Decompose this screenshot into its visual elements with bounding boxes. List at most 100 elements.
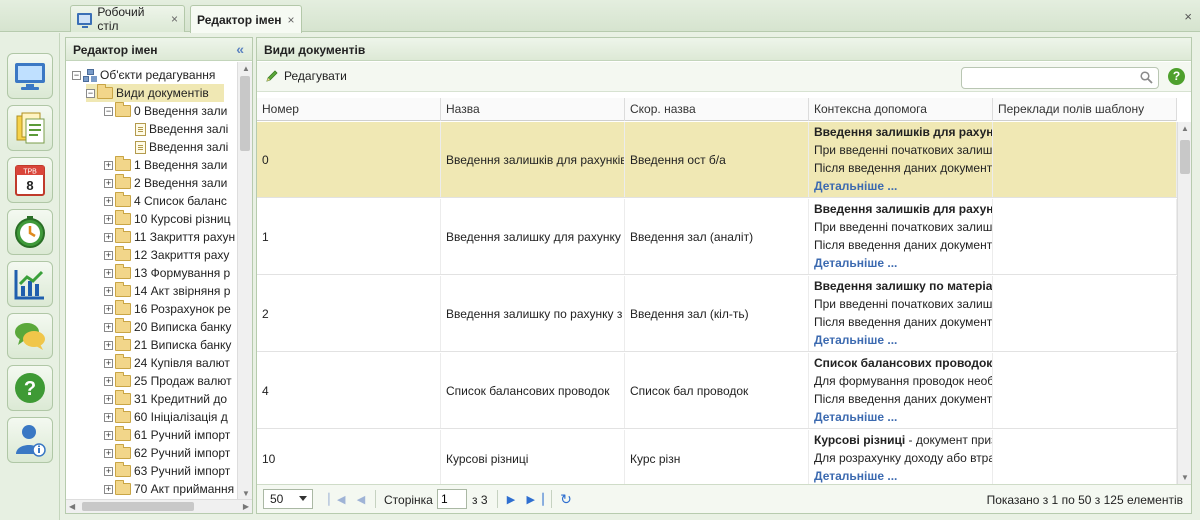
page-number-input[interactable] [437, 489, 467, 509]
collapse-icon[interactable]: « [236, 41, 244, 57]
user-info-button[interactable] [7, 417, 53, 463]
first-page-icon[interactable]: ▏◀ [329, 491, 346, 507]
tree-item[interactable]: +24 Купівля валют [104, 354, 230, 372]
search-icon[interactable] [1140, 71, 1153, 84]
details-link[interactable]: Детальніше ... [814, 408, 992, 426]
tree-item[interactable]: Введення залі [124, 120, 228, 138]
tree-item[interactable]: +12 Закриття раху [104, 246, 229, 264]
edit-button[interactable]: Редагувати [265, 69, 347, 83]
expand-icon[interactable]: + [104, 304, 113, 314]
scroll-right-icon[interactable]: ▶ [243, 502, 249, 511]
expand-icon[interactable]: + [104, 466, 113, 476]
tree-item[interactable]: +4 Список баланс [104, 192, 227, 210]
calendar-button[interactable]: ТРВ 8 [7, 157, 53, 203]
next-page-icon[interactable]: ▶ [503, 491, 519, 507]
tree-item[interactable]: +14 Акт звірняня р [104, 282, 230, 300]
tree-item[interactable]: +11 Закриття рахун [104, 228, 235, 246]
scroll-down-icon[interactable]: ▼ [1181, 473, 1189, 482]
tree-item[interactable]: +20 Виписка банку [104, 318, 231, 336]
scroll-up-icon[interactable]: ▲ [1181, 124, 1189, 133]
tree-item[interactable]: +60 Ініціалізація д [104, 408, 228, 426]
tree-item[interactable]: +62 Ручний імпорт [104, 444, 230, 462]
expand-icon[interactable]: + [104, 268, 113, 278]
tree-item[interactable]: +61 Ручний імпорт [104, 426, 230, 444]
scroll-thumb[interactable] [1180, 140, 1190, 174]
expand-icon[interactable]: + [104, 232, 113, 242]
tree-item[interactable]: +16 Розрахунок ре [104, 300, 231, 318]
expand-icon[interactable]: + [104, 340, 113, 350]
details-link[interactable]: Детальніше ... [814, 467, 992, 484]
tree-item-label: 11 Закриття рахун [134, 230, 236, 244]
tab-desktop[interactable]: Робочий стіл × [70, 5, 185, 33]
expand-icon[interactable]: + [104, 448, 113, 458]
expand-icon[interactable]: + [104, 394, 113, 404]
table-row[interactable]: 1 Введення залишку для рахунку Введення за… [257, 199, 1177, 275]
expand-icon[interactable]: + [104, 250, 113, 260]
collapse-node-icon[interactable]: − [86, 88, 95, 98]
expand-icon[interactable]: + [104, 214, 113, 224]
help-icon[interactable]: ? [1168, 68, 1185, 85]
expand-icon[interactable]: + [104, 196, 113, 206]
column-header-context-help[interactable]: Контексна допомога [809, 98, 993, 121]
collapse-node-icon[interactable]: − [72, 70, 81, 80]
tree-item[interactable]: Введення залі [124, 138, 228, 156]
tab-name-editor[interactable]: Редактор імен × [190, 5, 302, 33]
tree-item[interactable]: +1 Введення зали [104, 156, 227, 174]
scroll-thumb[interactable] [82, 502, 194, 511]
expand-icon[interactable]: + [104, 322, 113, 332]
table-row[interactable]: 0 Введення залишків для рахунків Введення … [257, 122, 1177, 198]
expand-icon[interactable]: + [104, 178, 113, 188]
last-page-icon[interactable]: ▶▕ [527, 491, 544, 507]
tree-item[interactable]: +31 Кредитний до [104, 390, 227, 408]
tree-item[interactable]: +2 Введення зали [104, 174, 227, 192]
scroll-thumb[interactable] [240, 76, 250, 151]
tree-item[interactable]: +13 Формування р [104, 264, 230, 282]
scroll-down-icon[interactable]: ▼ [242, 489, 250, 498]
details-link[interactable]: Детальніше ... [814, 254, 992, 272]
tree-horizontal-scrollbar[interactable]: ◀ ▶ [66, 499, 252, 513]
page-size-select[interactable]: 50 [263, 489, 313, 509]
tree-item[interactable]: +21 Виписка банку [104, 336, 231, 354]
tree-item[interactable]: − Види документів [86, 84, 224, 102]
close-all-icon[interactable]: × [1184, 9, 1192, 24]
close-icon[interactable]: × [171, 12, 178, 26]
expand-icon[interactable]: + [104, 484, 113, 494]
tree-item[interactable]: +63 Ручний імпорт [104, 462, 230, 480]
grid-vertical-scrollbar[interactable]: ▲ ▼ [1177, 122, 1191, 484]
details-link[interactable]: Детальніше ... [814, 331, 992, 349]
help-button[interactable]: ? [7, 365, 53, 411]
tree-item[interactable]: +25 Продаж валют [104, 372, 232, 390]
expand-icon[interactable]: + [104, 430, 113, 440]
scroll-up-icon[interactable]: ▲ [242, 64, 250, 73]
clock-button[interactable] [7, 209, 53, 255]
tree-item[interactable]: − 0 Введення зали [104, 102, 227, 120]
table-row[interactable]: 10 Курсові різниці Курс різн Курсові різниц… [257, 430, 1177, 484]
messages-button[interactable] [7, 313, 53, 359]
column-header-name[interactable]: Назва [441, 98, 625, 121]
details-link[interactable]: Детальніше ... [814, 177, 992, 195]
documents-button[interactable] [7, 105, 53, 151]
tree-item[interactable]: +70 Акт приймання [104, 480, 234, 498]
table-row[interactable]: 4 Список балансових проводок Список бал пр… [257, 353, 1177, 429]
expand-icon[interactable]: + [104, 376, 113, 386]
reports-button[interactable] [7, 261, 53, 307]
expand-icon[interactable]: + [104, 412, 113, 422]
search-input[interactable] [966, 69, 1136, 87]
table-row[interactable]: 2 Введення залишку по рахунку з Введення з… [257, 276, 1177, 352]
scroll-left-icon[interactable]: ◀ [69, 502, 75, 511]
expand-icon[interactable]: + [104, 286, 113, 296]
tree-item-label: 24 Купівля валют [134, 356, 230, 370]
tree-item[interactable]: +10 Курсові різниц [104, 210, 230, 228]
column-header-short-name[interactable]: Скор. назва [625, 98, 809, 121]
close-icon[interactable]: × [288, 13, 295, 27]
column-header-template-translations[interactable]: Переклади полів шаблону [993, 98, 1177, 121]
collapse-node-icon[interactable]: − [104, 106, 113, 116]
refresh-icon[interactable]: ↻ [558, 491, 574, 507]
tree-vertical-scrollbar[interactable]: ▲ ▼ [237, 62, 252, 500]
column-header-number[interactable]: Номер [257, 98, 441, 121]
expand-icon[interactable]: + [104, 358, 113, 368]
prev-page-icon[interactable]: ◀ [353, 491, 369, 507]
tree-item[interactable]: − Об'єкти редагування [72, 66, 215, 84]
desktop-button[interactable] [7, 53, 53, 99]
expand-icon[interactable]: + [104, 160, 113, 170]
